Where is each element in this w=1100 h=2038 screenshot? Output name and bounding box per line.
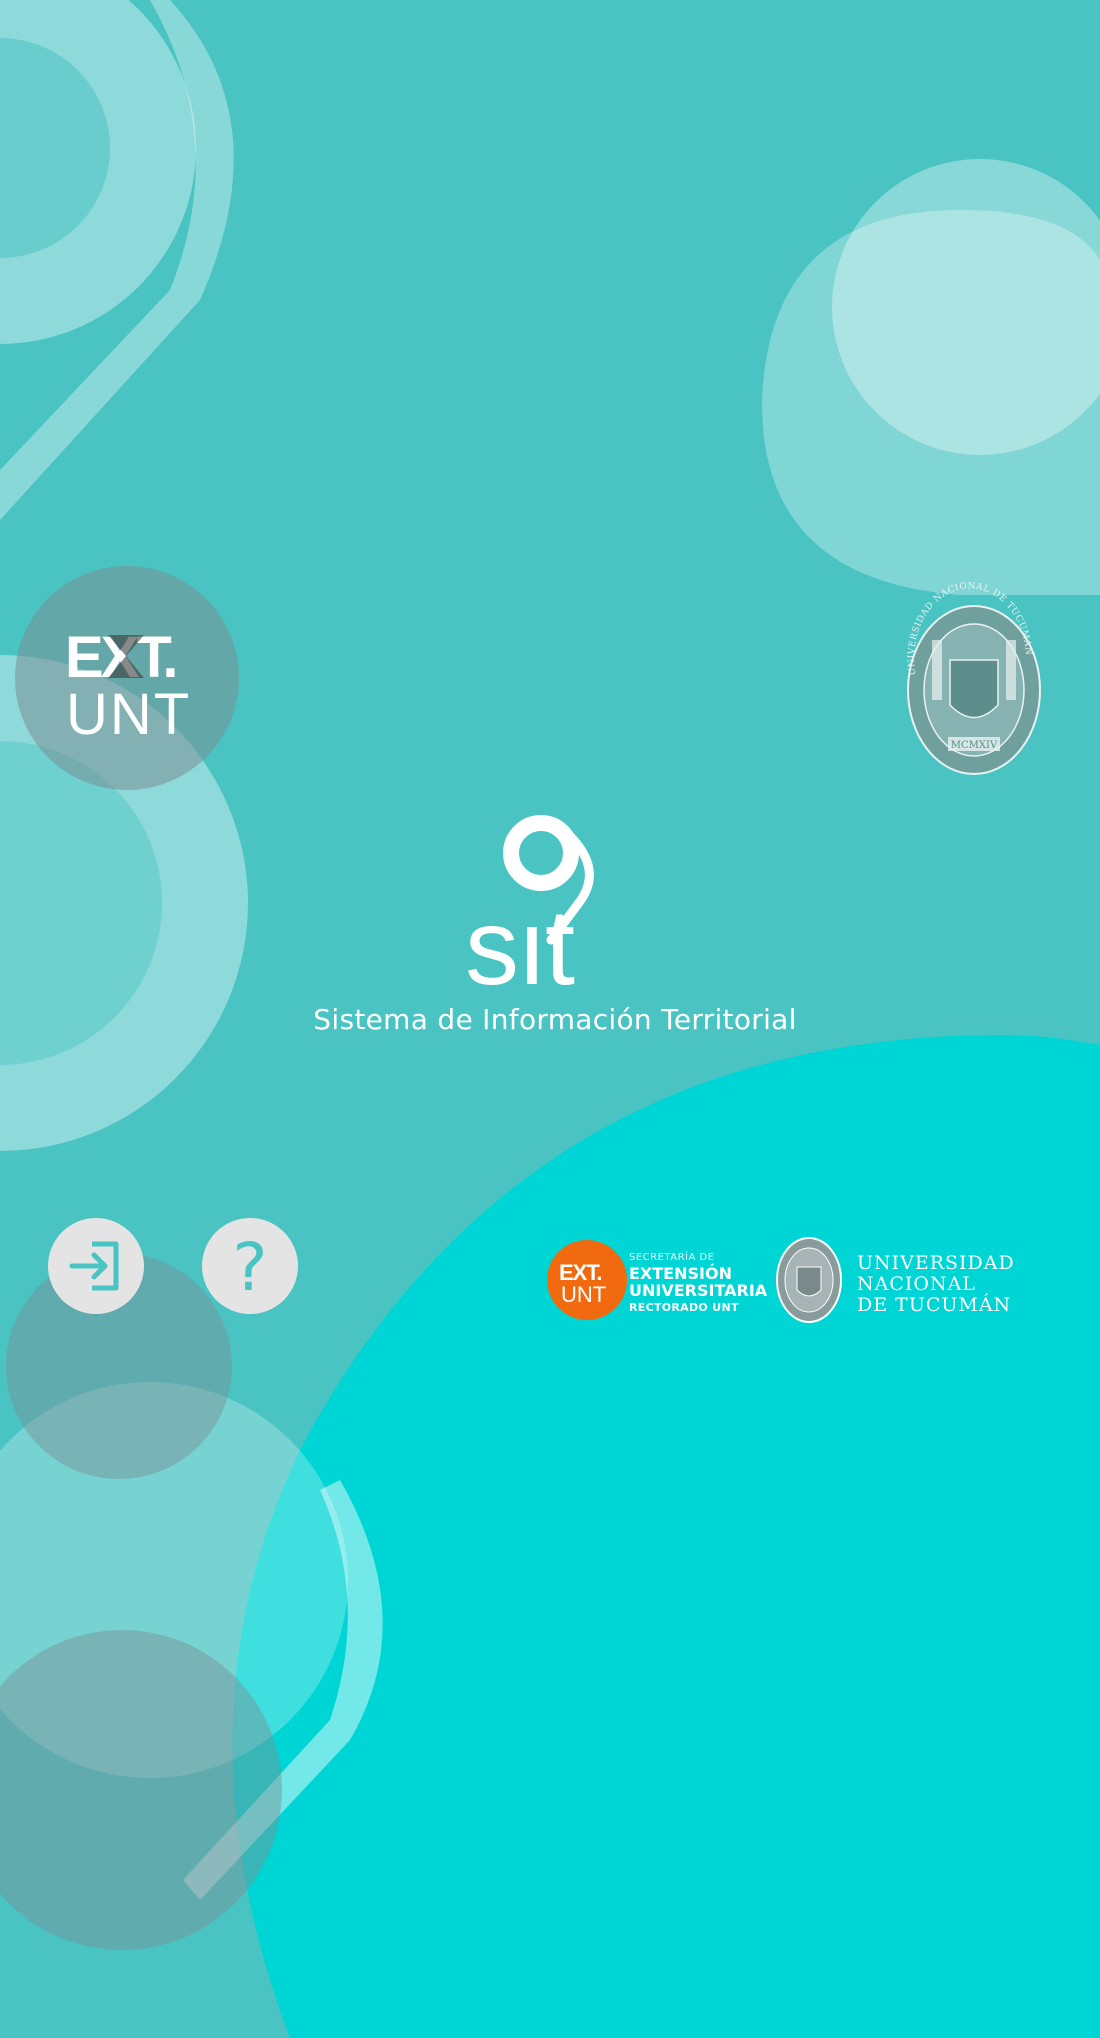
extension-caption: SECRETARÍA DE (629, 1252, 715, 1263)
help-icon: ? (232, 1230, 267, 1302)
university-logo-text: UNIVERSIDAD NACIONAL DE TUCUMÁN (857, 1253, 1015, 1316)
university-line3: DE TUCUMÁN (857, 1294, 1012, 1316)
extension-logo-text: SECRETARÍA DE EXTENSIÓN UNIVERSITARIA RE… (629, 1252, 768, 1314)
extension-line3: RECTORADO UNT (629, 1301, 739, 1314)
help-button[interactable]: ? (202, 1218, 298, 1314)
svg-text:UNT: UNT (561, 1282, 606, 1307)
ext-unt-small-logo: EXT. UNT (559, 1260, 606, 1307)
help-glyph: ? (232, 1230, 267, 1302)
extension-logo-badge: EXT. UNT (547, 1240, 627, 1320)
extension-line1: EXTENSIÓN (629, 1264, 732, 1283)
login-button[interactable] (48, 1218, 144, 1314)
login-icon (69, 1241, 119, 1291)
university-line2: NACIONAL (857, 1273, 976, 1295)
extension-line2: UNIVERSITARIA (629, 1281, 768, 1300)
app-name: Sistema de Información Territorial (313, 1003, 797, 1036)
university-line1: UNIVERSIDAD (857, 1252, 1015, 1274)
splash-screen: EXT. UNT MCMXIV UNIVERSIDAD NACIONAL DE … (0, 0, 1100, 2038)
